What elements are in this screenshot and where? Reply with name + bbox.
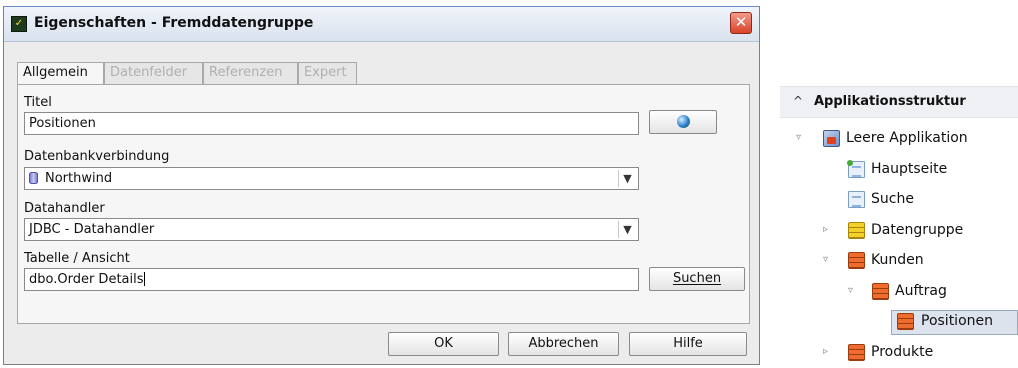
properties-dialog: ✓ Eigenschaften - Fremddatengruppe ✕ All… (3, 6, 760, 365)
chevron-down-icon[interactable]: ▼ (618, 221, 636, 238)
datagroup-orange-icon (848, 252, 865, 269)
tree-node-produkte[interactable]: ▹ Produkte (780, 340, 1018, 368)
tabelle-input[interactable]: dbo.Order Details (24, 268, 639, 291)
expand-toggle-icon[interactable]: ▹ (823, 346, 828, 357)
titel-label: Titel (24, 95, 52, 110)
tabelle-value: dbo.Order Details (29, 272, 144, 287)
collapse-toggle-icon[interactable]: ▿ (796, 132, 801, 143)
tab-panel-allgemein: Titel Positionen Datenbankverbindung Nor… (17, 84, 750, 324)
tree-node-auftrag[interactable]: ▿ Auftrag (780, 279, 1018, 307)
application-structure-panel: ^ Applikationsstruktur ▿ Leere Applikati… (780, 80, 1018, 365)
datagroup-yellow-icon (848, 222, 865, 239)
window-app-icon: ✓ (11, 16, 27, 32)
tree-node-label: Suche (871, 191, 914, 207)
tree-node-hauptseite[interactable]: Hauptseite (780, 157, 1018, 185)
tree-node-label: Datengruppe (871, 222, 964, 238)
tree-node-datengruppe[interactable]: ▹ Datengruppe (780, 218, 1018, 246)
suchen-label: Suchen (672, 271, 722, 286)
page-icon (848, 191, 865, 208)
hilfe-button[interactable]: Hilfe (629, 332, 747, 356)
tab-expert[interactable]: Expert (298, 62, 357, 84)
titel-input[interactable]: Positionen (24, 112, 639, 135)
tab-datenfelder[interactable]: Datenfelder (104, 62, 203, 84)
application-icon (823, 130, 840, 147)
datagroup-orange-icon (872, 283, 889, 300)
tree-node-label: Auftrag (895, 283, 947, 299)
tree-node-label: Produkte (871, 344, 934, 360)
tree-node-label: Kunden (871, 252, 924, 268)
chevron-down-icon[interactable]: ▼ (618, 170, 636, 187)
datagroup-orange-icon (897, 313, 914, 330)
panel-title: Applikationsstruktur (814, 94, 966, 109)
tree-node-label: Hauptseite (871, 161, 948, 177)
tree-node-label: Leere Applikation (846, 130, 968, 146)
dialog-titlebar[interactable]: ✓ Eigenschaften - Fremddatengruppe ✕ (4, 7, 759, 42)
collapse-toggle-icon[interactable]: ▿ (848, 285, 853, 296)
datahandler-select[interactable]: JDBC - Datahandler ▼ (24, 218, 639, 241)
tree-node-leere-applikation[interactable]: ▿ Leere Applikation (780, 126, 1018, 154)
database-icon (29, 172, 38, 184)
ok-button[interactable]: OK (388, 332, 499, 356)
datenbank-label: Datenbankverbindung (24, 149, 170, 164)
tree-node-label: Positionen (921, 313, 993, 329)
collapse-toggle-icon[interactable]: ▿ (823, 254, 828, 265)
text-caret (143, 272, 145, 286)
home-page-icon (847, 160, 865, 178)
datagroup-orange-icon (848, 344, 865, 361)
globe-icon (676, 115, 690, 128)
tab-allgemein[interactable]: Allgemein (17, 62, 104, 85)
chevron-up-icon[interactable]: ^ (793, 94, 803, 108)
abbrechen-button[interactable]: Abbrechen (508, 332, 619, 356)
dialog-title: Eigenschaften - Fremddatengruppe (34, 15, 314, 31)
expand-toggle-icon[interactable]: ▹ (823, 224, 828, 235)
datahandler-label: Datahandler (24, 201, 105, 216)
datenbank-select[interactable]: Northwind ▼ (24, 167, 639, 190)
tree-node-positionen[interactable]: Positionen (780, 309, 1018, 337)
tab-referenzen[interactable]: Referenzen (203, 62, 298, 84)
panel-header[interactable]: ^ Applikationsstruktur (780, 86, 1018, 118)
suchen-button[interactable]: Suchen (649, 267, 745, 291)
tree-node-suche[interactable]: Suche (780, 187, 1018, 215)
close-button[interactable]: ✕ (730, 12, 752, 34)
tree-node-kunden[interactable]: ▿ Kunden (780, 248, 1018, 276)
datenbank-value: Northwind (45, 171, 113, 186)
datahandler-value: JDBC - Datahandler (29, 222, 155, 237)
globe-button[interactable] (649, 110, 717, 134)
tabelle-label: Tabelle / Ansicht (24, 251, 130, 266)
